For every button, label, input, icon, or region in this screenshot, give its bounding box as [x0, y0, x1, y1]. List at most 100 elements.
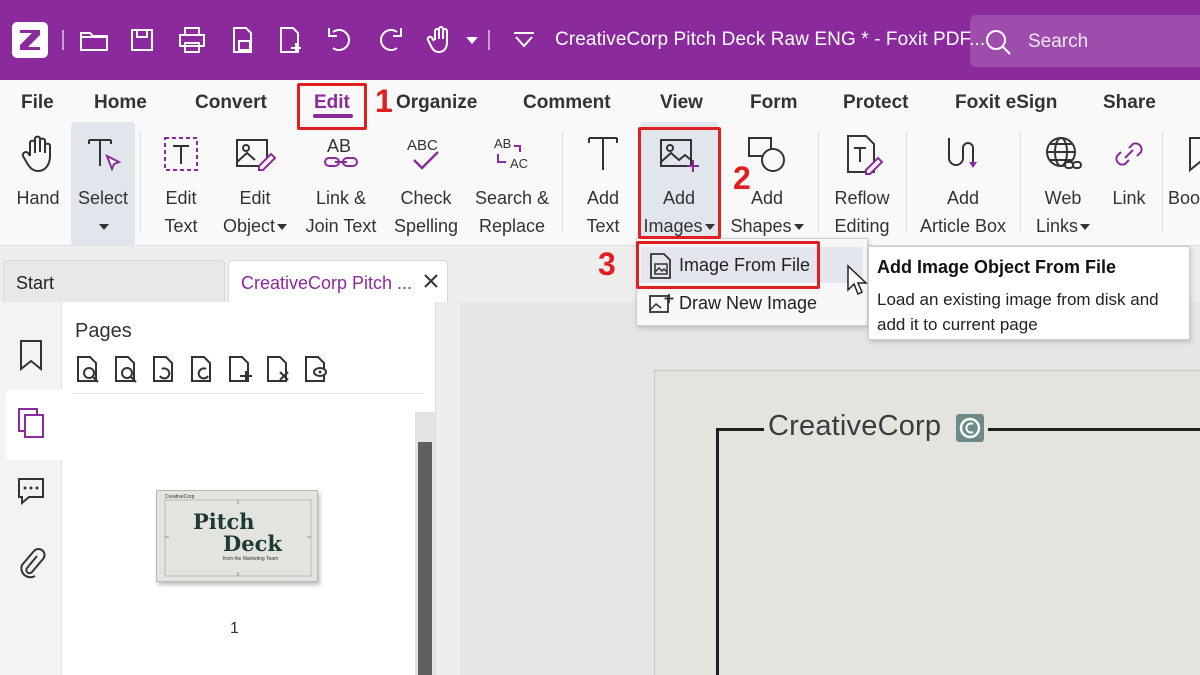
pages-scrollbar-thumb[interactable]	[418, 442, 432, 675]
tab-start[interactable]: Start	[3, 260, 225, 302]
page-frame-line	[716, 428, 764, 431]
web-links-button[interactable]: Web Links	[1030, 122, 1096, 246]
link-join-text-button[interactable]: AB Link & Join Text	[300, 122, 382, 246]
search-box[interactable]: Search	[970, 15, 1200, 67]
svg-text:AC: AC	[510, 156, 528, 171]
pages-panel-icon[interactable]	[15, 406, 47, 440]
reflow-label-1: Reflow	[834, 188, 890, 208]
tab-view[interactable]: View	[660, 92, 703, 114]
comments-panel-icon[interactable]	[15, 474, 47, 508]
globe-link-icon	[1046, 137, 1082, 169]
bookmark-button[interactable]: Boo	[1168, 122, 1200, 246]
web-links-label: Web Links	[1030, 184, 1096, 240]
window-title: CreativeCorp Pitch Deck Raw ENG * - Foxi…	[555, 29, 986, 50]
search-replace-icon: AB AC	[494, 136, 528, 171]
article-box-icon	[948, 138, 977, 168]
tab-file[interactable]: File	[21, 92, 54, 114]
save-icon[interactable]	[126, 24, 158, 56]
redo-icon[interactable]	[374, 24, 406, 56]
tab-convert[interactable]: Convert	[195, 92, 267, 114]
link-join-label-1: Link &	[315, 188, 367, 208]
thumbnail-subtitle: from the Marketing Team	[223, 556, 279, 562]
customize-icon[interactable]	[508, 24, 540, 56]
draw-new-image-item[interactable]: Draw New Image	[641, 285, 863, 321]
link-join-label-2: Join Text	[305, 216, 377, 236]
edit-text-button[interactable]: Edit Text	[150, 122, 212, 246]
foxit-logo-icon[interactable]	[12, 22, 48, 58]
toolbar-separator	[488, 30, 490, 50]
edit-object-label: Edit Object	[218, 184, 292, 240]
edit-object-button[interactable]: Edit Object	[218, 122, 292, 246]
add-shapes-label-1: Add	[750, 188, 784, 208]
search-replace-label-2: Replace	[478, 216, 546, 236]
edit-text-label-1: Edit	[165, 188, 197, 208]
navigation-rail	[0, 302, 62, 675]
ribbon-separator	[1162, 132, 1163, 232]
zoom-out-page-icon[interactable]	[112, 354, 140, 384]
page-frame-line	[716, 428, 719, 675]
search-replace-button[interactable]: AB AC Search & Replace	[470, 122, 554, 246]
edit-object-label-1: Edit	[239, 188, 271, 208]
title-bar: CreativeCorp Pitch Deck Raw ENG * - Foxi…	[0, 0, 1200, 80]
rotate-right-page-icon[interactable]	[188, 354, 216, 384]
tab-document[interactable]: CreativeCorp Pitch ...	[228, 260, 448, 302]
edit-text-label: Edit Text	[150, 184, 212, 240]
tab-protect[interactable]: Protect	[843, 92, 908, 114]
reflow-editing-icon	[847, 135, 884, 175]
svg-text:ABC: ABC	[407, 137, 438, 154]
add-text-button[interactable]: Add Text	[572, 122, 634, 246]
add-shapes-label-2: Shapes	[730, 216, 792, 236]
close-icon[interactable]	[421, 271, 441, 291]
hand-tool-button[interactable]: Hand	[6, 122, 70, 246]
annotation-step-3: 3	[598, 246, 616, 282]
insert-page-icon[interactable]	[226, 354, 254, 384]
tooltip-title: Add Image Object From File	[877, 257, 1117, 277]
select-tool-button[interactable]: Select	[71, 122, 135, 246]
select-text-icon	[88, 139, 122, 172]
check-spelling-button[interactable]: ABC Check Spelling	[390, 122, 462, 246]
add-article-box-button[interactable]: Add Article Box	[914, 122, 1012, 246]
page-thumbnail[interactable]: CreativeCorp Pitch Deck from the Marketi…	[156, 490, 318, 582]
pages-panel-title: Pages	[75, 320, 132, 342]
thumbnail-title-line2: Deck	[223, 531, 282, 556]
pan-hand-icon[interactable]	[424, 24, 456, 56]
tab-organize[interactable]: Organize	[396, 92, 477, 114]
dropdown-caret-icon[interactable]	[456, 24, 488, 56]
tab-document-label: CreativeCorp Pitch ...	[241, 273, 413, 293]
draw-new-image-label: Draw New Image	[679, 293, 818, 313]
reflow-editing-button[interactable]: Reflow Editing	[826, 122, 898, 246]
document-gutter	[436, 302, 460, 675]
bookmark-panel-icon[interactable]	[15, 338, 47, 372]
attachments-panel-icon[interactable]	[15, 546, 47, 580]
tab-home[interactable]: Home	[94, 92, 147, 114]
tab-share[interactable]: Share	[1103, 92, 1156, 114]
page-frame-line	[988, 428, 1200, 431]
annotation-box-add-images	[638, 127, 721, 239]
tooltip-body: Load an existing image from disk and add…	[877, 290, 1159, 334]
page-properties-icon[interactable]	[302, 354, 330, 384]
ribbon-separator	[140, 132, 141, 232]
add-shapes-icon	[748, 137, 785, 172]
add-text-label-1: Add	[586, 188, 620, 208]
web-links-caret-icon	[1080, 224, 1091, 231]
link-button[interactable]: Link	[1100, 122, 1158, 246]
rotate-left-page-icon[interactable]	[150, 354, 178, 384]
add-shapes-caret-icon	[793, 224, 804, 231]
tab-comment[interactable]: Comment	[523, 92, 611, 114]
ribbon-separator	[818, 132, 819, 232]
edit-object-label-2: Object	[222, 216, 276, 236]
undo-icon[interactable]	[324, 24, 356, 56]
tab-foxit-esign[interactable]: Foxit eSign	[955, 92, 1057, 114]
scan-icon[interactable]	[226, 24, 258, 56]
link-join-text-icon: AB	[324, 136, 358, 167]
new-file-icon[interactable]	[274, 24, 306, 56]
pages-panel: Pages CreativeCorp Pitch Deck from the M…	[62, 302, 436, 675]
zoom-in-page-icon[interactable]	[74, 354, 102, 384]
open-folder-icon[interactable]	[78, 24, 110, 56]
pages-divider	[72, 393, 424, 394]
select-caret-icon	[99, 224, 109, 231]
print-icon[interactable]	[176, 24, 208, 56]
svg-text:AB: AB	[327, 136, 351, 156]
delete-page-icon[interactable]	[264, 354, 292, 384]
tab-form[interactable]: Form	[750, 92, 798, 114]
